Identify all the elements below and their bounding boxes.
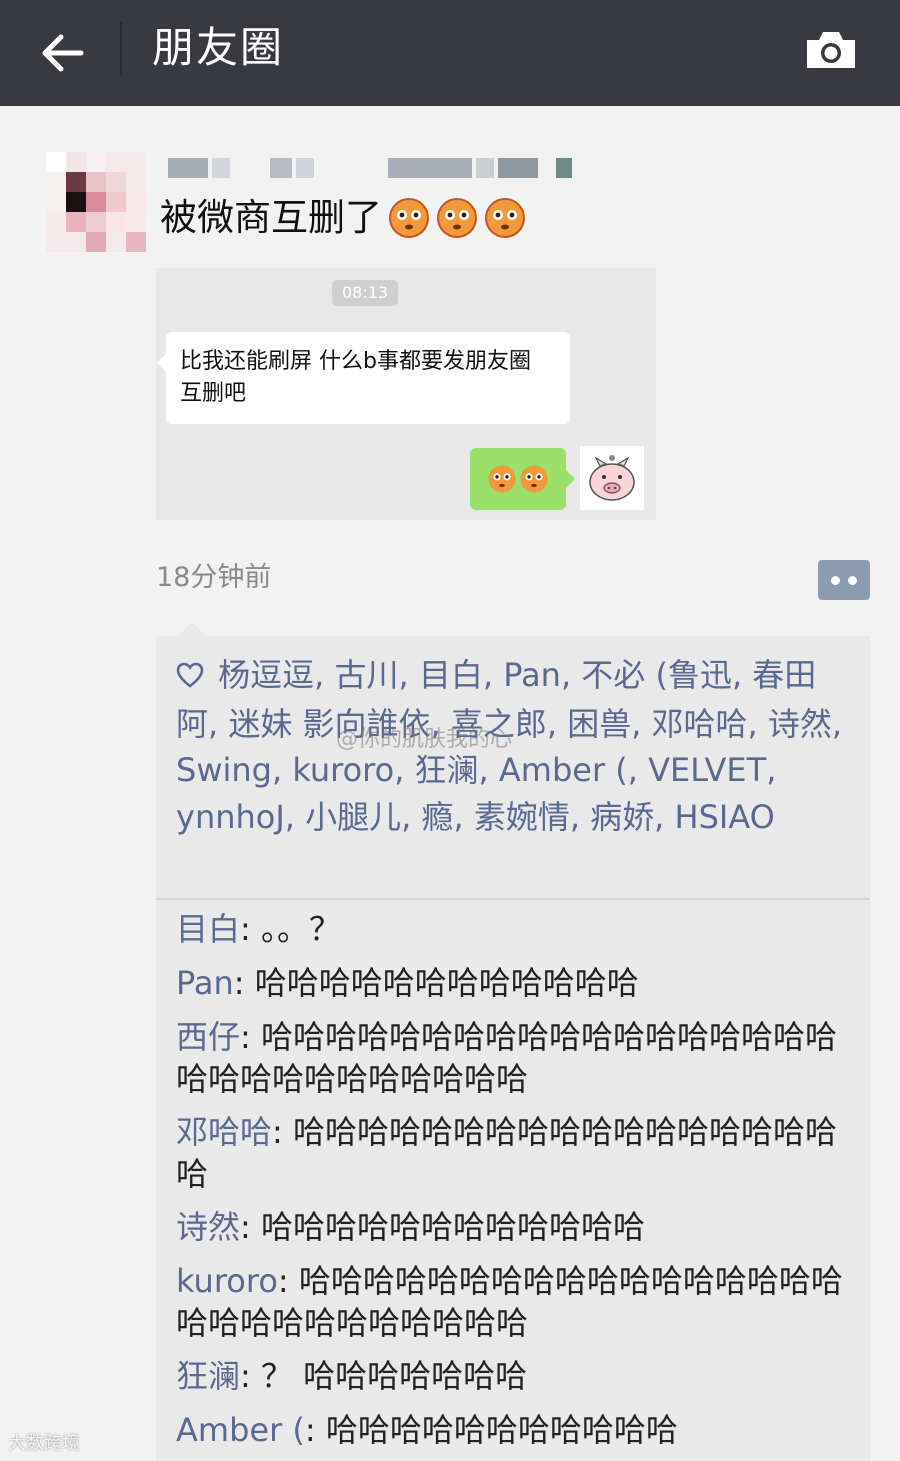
post-text-content: 被微商互删了 — [160, 196, 382, 239]
comment-author[interactable]: Amber ( — [176, 1411, 305, 1449]
chat-bubble-sent — [470, 448, 575, 510]
blushing-face-icon — [437, 198, 477, 238]
blushing-face-icon — [520, 465, 548, 493]
author-name-blurred[interactable] — [168, 158, 230, 180]
comment-text: ？ 哈哈哈哈哈哈哈 — [260, 1357, 528, 1395]
comment-item[interactable]: Amber (: 哈哈哈哈哈哈哈哈哈哈哈 — [176, 1409, 860, 1451]
post-text: 被微商互删了 — [160, 192, 526, 244]
back-button[interactable] — [22, 18, 102, 88]
comment-colon: : — [240, 1018, 261, 1056]
comment-colon: : — [272, 1113, 293, 1151]
comment-colon: : — [240, 1357, 261, 1395]
author-name-blurred-3 — [388, 158, 538, 180]
comment-item[interactable]: 目白: 。。？ — [176, 908, 860, 950]
likes-divider — [156, 898, 870, 900]
post-image[interactable]: 08:13 比我还能刷屏 什么b事都要发朋友圈 互删吧 — [156, 268, 656, 520]
blushing-face-icon — [389, 198, 429, 238]
comment-item[interactable]: 诗然: 哈哈哈哈哈哈哈哈哈哈哈哈 — [176, 1206, 860, 1248]
weibo-watermark: @你的肌肤我的心 — [336, 727, 513, 752]
comment-colon: : — [233, 964, 255, 1002]
blushing-face-icon — [485, 198, 525, 238]
more-dots-icon — [831, 575, 840, 585]
chat-timestamp: 08:13 — [332, 280, 398, 306]
blushing-face-icon — [488, 465, 516, 493]
avatar[interactable] — [46, 152, 146, 252]
comment-author[interactable]: 诗然 — [176, 1208, 240, 1246]
comment-colon: : — [304, 1411, 326, 1449]
comment-author[interactable]: Pan — [176, 964, 234, 1002]
more-dots-icon — [848, 575, 857, 585]
comment-item[interactable]: 西仔: 哈哈哈哈哈哈哈哈哈哈哈哈哈哈哈哈哈哈哈哈哈哈哈哈哈哈哈哈哈 — [176, 1016, 860, 1100]
comment-author[interactable]: 狂澜 — [176, 1357, 240, 1395]
header-divider — [120, 22, 122, 76]
comment-text: 哈哈哈哈哈哈哈哈哈哈哈哈 — [260, 1208, 645, 1246]
comment-author[interactable]: 邓哈哈 — [176, 1113, 272, 1151]
comment-text: 哈哈哈哈哈哈哈哈哈哈哈哈 — [254, 964, 639, 1002]
comment-text: 。。？ — [260, 910, 341, 948]
comments-list: 目白: 。。？ Pan: 哈哈哈哈哈哈哈哈哈哈哈哈 西仔: 哈哈哈哈哈哈哈哈哈哈… — [176, 908, 860, 1461]
heart-icon — [176, 654, 208, 701]
camera-icon — [807, 32, 855, 68]
comment-item[interactable]: Pan: 哈哈哈哈哈哈哈哈哈哈哈哈 — [176, 962, 860, 1004]
comment-item[interactable]: 邓哈哈: 哈哈哈哈哈哈哈哈哈哈哈哈哈哈哈哈哈哈 — [176, 1111, 860, 1195]
camera-button[interactable] — [796, 18, 866, 82]
panel-pointer — [178, 622, 206, 636]
page-title: 朋友圈 — [152, 23, 285, 72]
author-name-blurred-4 — [556, 158, 572, 180]
post-time: 18分钟前 — [156, 562, 272, 593]
comment-author[interactable]: 西仔 — [176, 1018, 240, 1056]
likes-list: 杨逗逗, 古川, 目白, Pan, 不必 (鲁迅, 春田阿, 迷妹 影向誰依, … — [176, 652, 852, 840]
comment-text: 哈哈哈哈哈哈哈哈哈哈哈哈哈哈哈哈哈哈哈哈哈哈哈哈哈哈哈哈哈 — [176, 1018, 837, 1098]
comment-colon: : — [277, 1262, 299, 1300]
comment-item[interactable]: kuroro: 哈哈哈哈哈哈哈哈哈哈哈哈哈哈哈哈哈哈哈哈哈哈哈哈哈哈哈哈 — [176, 1260, 860, 1344]
source-watermark: 大数跨境 — [8, 1433, 80, 1454]
top-bar: 朋友圈 — [0, 0, 900, 106]
author-name-blurred-2 — [270, 158, 314, 180]
comment-text: 哈哈哈哈哈哈哈哈哈哈哈 — [325, 1411, 678, 1449]
pig-avatar-icon — [580, 446, 644, 510]
comment-item[interactable]: 狂澜: ？ 哈哈哈哈哈哈哈 — [176, 1355, 860, 1397]
comment-colon: : — [240, 910, 261, 948]
chat-bubble-received: 比我还能刷屏 什么b事都要发朋友圈 互删吧 — [157, 332, 570, 424]
comment-colon: : — [240, 1208, 261, 1246]
comment-author[interactable]: kuroro — [176, 1262, 278, 1300]
comment-menu-button[interactable] — [818, 560, 870, 600]
comment-author[interactable]: 目白 — [176, 910, 240, 948]
arrow-left-icon — [42, 34, 84, 72]
